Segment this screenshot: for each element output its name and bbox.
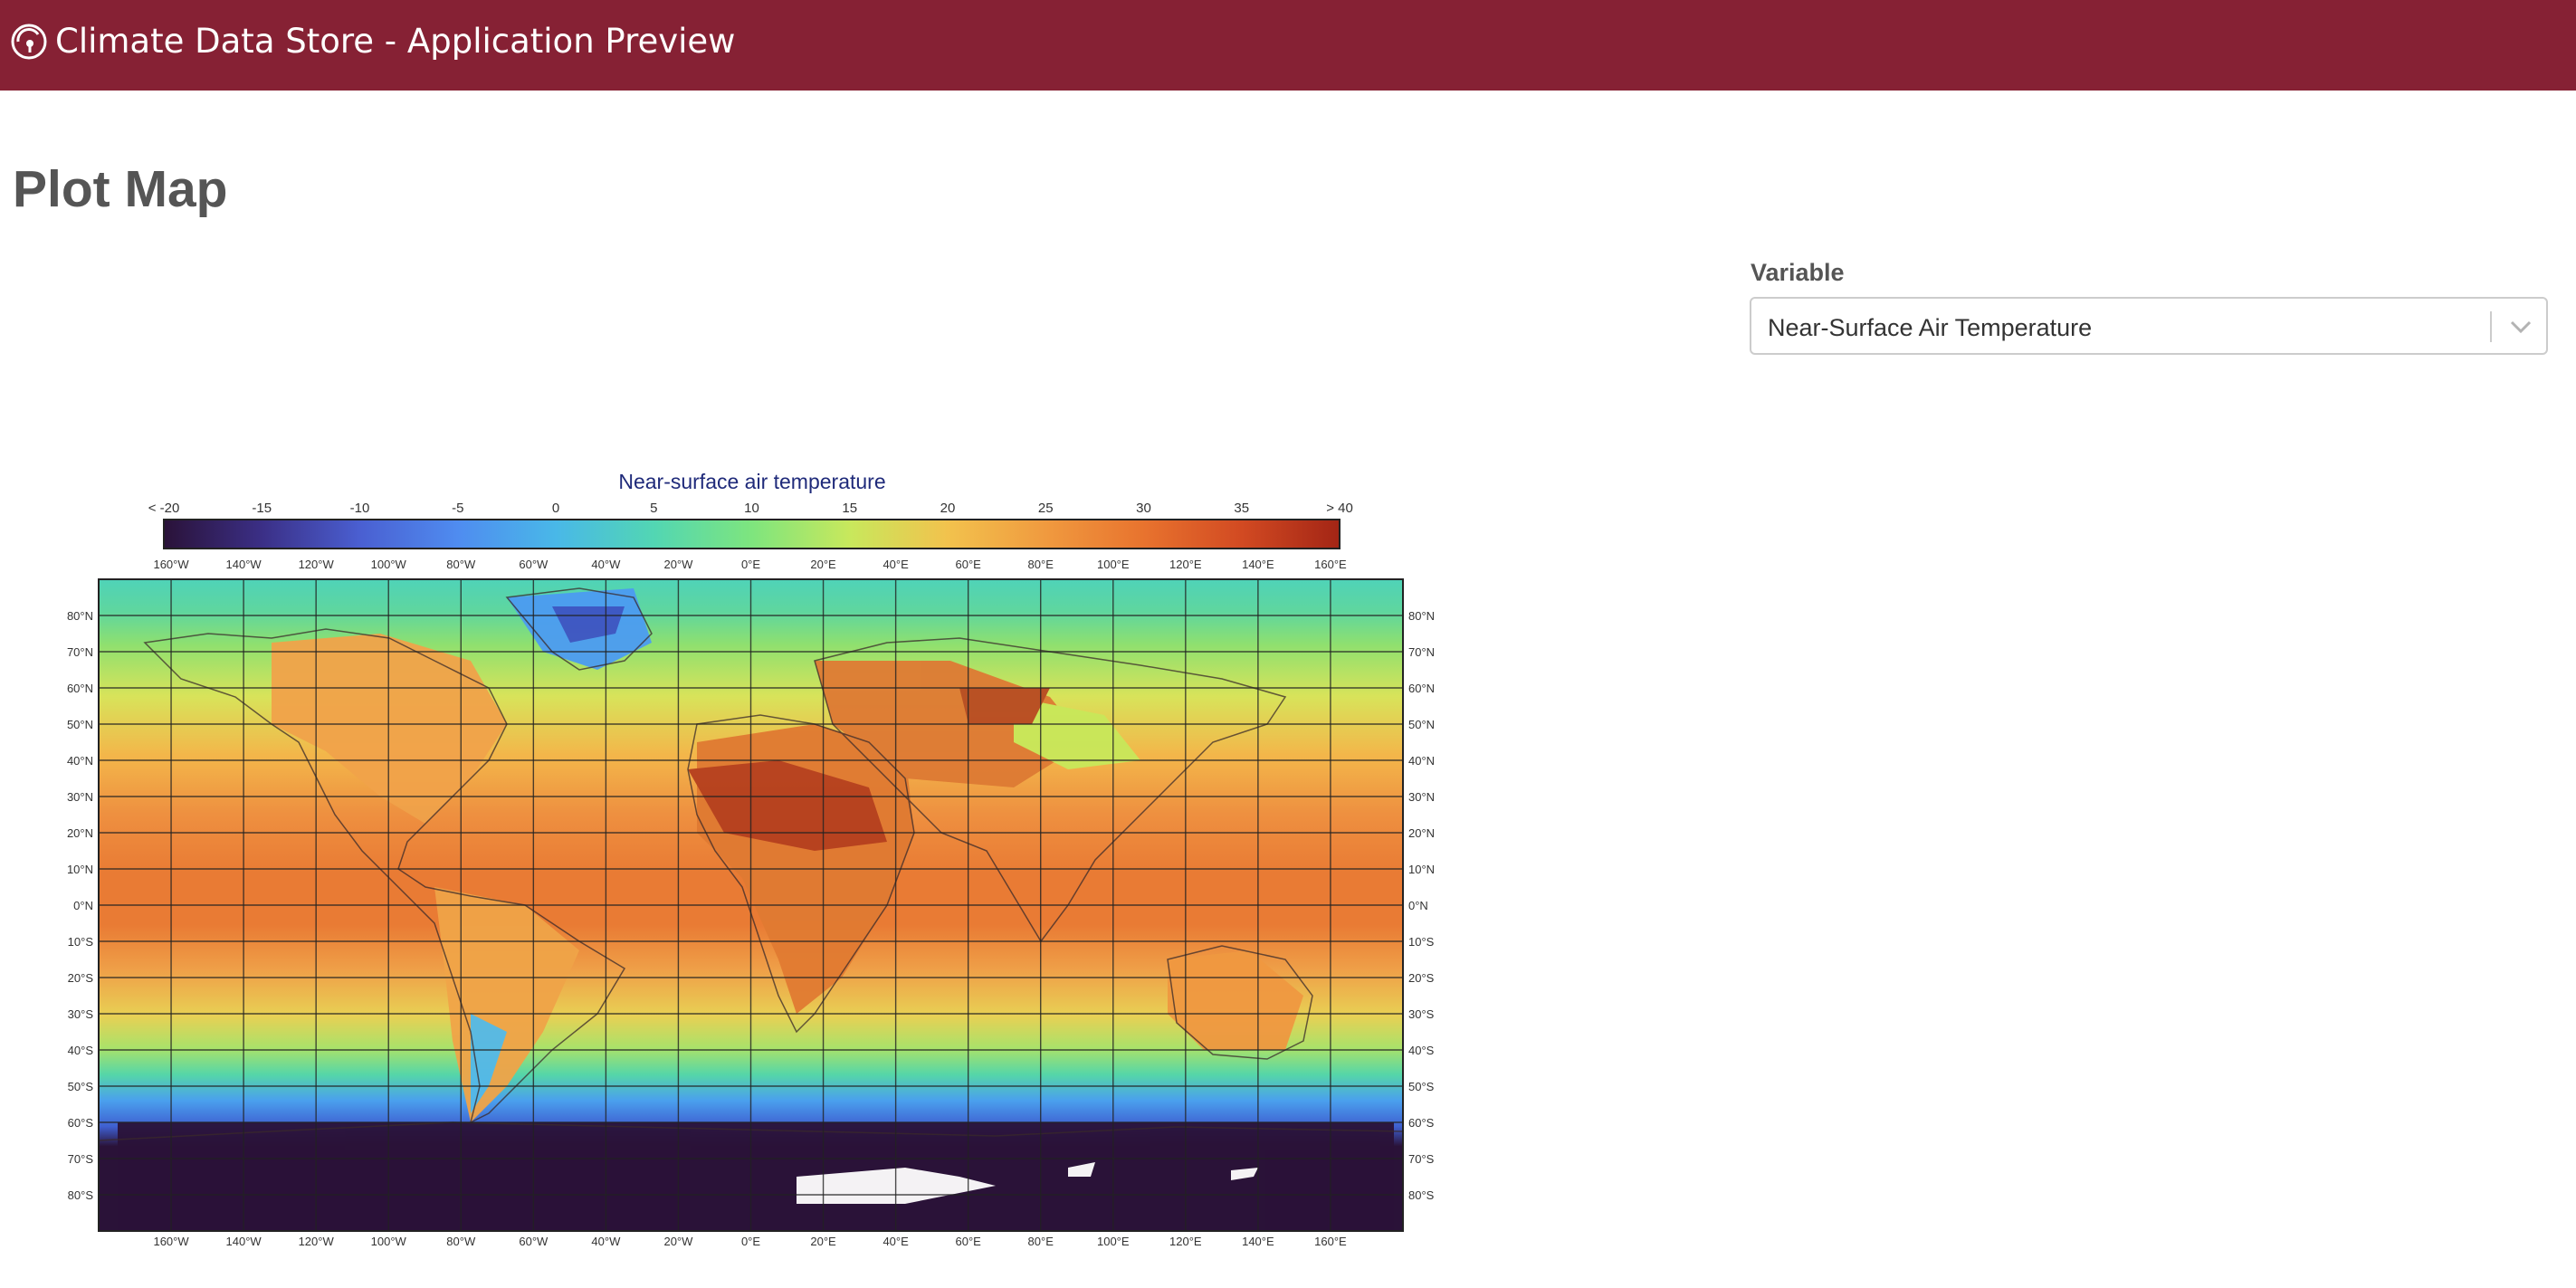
- right-latitude-label: 10°N: [1408, 863, 1435, 876]
- top-longitude-label: 100°W: [371, 558, 407, 571]
- left-latitude-label: 40°N: [67, 754, 93, 768]
- colorbar-tick-label: 10: [744, 501, 759, 516]
- colorbar: [163, 519, 1340, 549]
- top-longitude-label: 80°W: [446, 558, 476, 571]
- colorbar-tick-label: -10: [350, 501, 370, 516]
- right-latitude-label: 50°N: [1408, 718, 1435, 731]
- top-longitude-label: 140°W: [226, 558, 262, 571]
- colorbar-tick-label: 0: [552, 501, 559, 516]
- left-latitude-label: 40°S: [68, 1044, 94, 1057]
- top-longitude-label: 120°W: [299, 558, 335, 571]
- right-latitude-label: 0°N: [1408, 899, 1428, 912]
- bottom-longitude-label: 160°E: [1314, 1235, 1347, 1248]
- top-longitude-label: 160°W: [153, 558, 189, 571]
- cds-globe-logo-icon[interactable]: [9, 22, 49, 62]
- bottom-longitude-label: 0°E: [741, 1235, 760, 1248]
- page-title: Plot Map: [13, 160, 228, 218]
- colorbar-tick-label: < -20: [148, 501, 180, 516]
- left-latitude-label: 80°N: [67, 609, 93, 623]
- bottom-longitude-label: 160°W: [153, 1235, 189, 1248]
- left-latitude-label: 60°N: [67, 682, 93, 695]
- app-title: Climate Data Store - Application Preview: [55, 22, 736, 61]
- bottom-longitude-label: 120°E: [1169, 1235, 1202, 1248]
- top-longitude-label: 40°W: [591, 558, 621, 571]
- variable-select-value: Near-Surface Air Temperature: [1768, 314, 2093, 341]
- colorbar-tick-label: 5: [650, 501, 657, 516]
- left-latitude-label: 60°S: [68, 1116, 94, 1130]
- top-longitude-label: 60°E: [955, 558, 981, 571]
- right-latitude-label: 70°N: [1408, 645, 1435, 659]
- colorbar-tick-label: -15: [252, 501, 272, 516]
- bottom-longitude-label: 140°E: [1242, 1235, 1274, 1248]
- top-longitude-label: 100°E: [1097, 558, 1130, 571]
- left-latitude-label: 50°N: [67, 718, 93, 731]
- top-longitude-label: 40°E: [883, 558, 909, 571]
- map-title: Near-surface air temperature: [618, 470, 885, 493]
- left-latitude-label: 80°S: [68, 1188, 94, 1202]
- chevron-down-icon[interactable]: [2508, 317, 2533, 337]
- right-latitude-label: 50°S: [1408, 1080, 1435, 1093]
- right-latitude-label: 70°S: [1408, 1152, 1435, 1166]
- top-longitude-label: 0°E: [741, 558, 760, 571]
- right-latitude-label: 80°N: [1408, 609, 1435, 623]
- top-longitude-label: 120°E: [1169, 558, 1202, 571]
- bottom-longitude-label: 60°W: [519, 1235, 549, 1248]
- right-latitude-label: 60°S: [1408, 1116, 1435, 1130]
- variable-select[interactable]: Near-Surface Air Temperature: [1750, 297, 2548, 355]
- bottom-longitude-label: 100°W: [371, 1235, 407, 1248]
- right-latitude-label: 20°S: [1408, 971, 1435, 985]
- left-latitude-label: 30°N: [67, 790, 93, 804]
- colorbar-tick-label: 30: [1136, 501, 1151, 516]
- left-latitude-label: 50°S: [68, 1080, 94, 1093]
- right-latitude-label: 30°S: [1408, 1007, 1435, 1021]
- top-longitude-label: 80°E: [1028, 558, 1054, 571]
- right-latitude-label: 60°N: [1408, 682, 1435, 695]
- left-latitude-label: 70°N: [67, 645, 93, 659]
- bottom-longitude-label: 80°E: [1028, 1235, 1054, 1248]
- left-latitude-label: 20°S: [68, 971, 94, 985]
- left-latitude-label: 70°S: [68, 1152, 94, 1166]
- top-longitude-label: 60°W: [519, 558, 549, 571]
- map-plot: Near-surface air temperature < -20 -15 -10…: [67, 470, 1435, 1248]
- variable-label: Variable: [1751, 259, 1845, 286]
- bottom-longitude-label: 100°E: [1097, 1235, 1130, 1248]
- right-latitude-label: 40°N: [1408, 754, 1435, 768]
- left-latitude-label: 30°S: [68, 1007, 94, 1021]
- right-latitude-label: 10°S: [1408, 935, 1435, 949]
- left-latitude-label: 10°N: [67, 863, 93, 876]
- colorbar-tick-label: -5: [452, 501, 463, 516]
- colorbar-tick-label: 35: [1234, 501, 1249, 516]
- bottom-longitude-label: 140°W: [226, 1235, 262, 1248]
- colorbar-tick-label: 20: [940, 501, 956, 516]
- right-latitude-label: 80°S: [1408, 1188, 1435, 1202]
- temperature-map-figure: Near-surface air temperature < -20 -15 -10…: [0, 453, 1466, 1283]
- bottom-longitude-label: 20°E: [810, 1235, 836, 1248]
- colorbar-tick-label: 25: [1038, 501, 1054, 516]
- top-longitude-label: 140°E: [1242, 558, 1274, 571]
- colorbar-tick-label: 15: [842, 501, 857, 516]
- left-latitude-label: 10°S: [68, 935, 94, 949]
- colorbar-tick-label: > 40: [1326, 501, 1353, 516]
- right-latitude-label: 20°N: [1408, 826, 1435, 840]
- select-separator: [2490, 311, 2492, 342]
- right-latitude-label: 40°S: [1408, 1044, 1435, 1057]
- top-longitude-label: 20°E: [810, 558, 836, 571]
- top-longitude-label: 20°W: [663, 558, 693, 571]
- top-longitude-label: 160°E: [1314, 558, 1347, 571]
- bottom-longitude-label: 40°E: [883, 1235, 909, 1248]
- bottom-longitude-label: 80°W: [446, 1235, 476, 1248]
- app-header: Climate Data Store - Application Preview: [0, 0, 2576, 91]
- right-latitude-label: 30°N: [1408, 790, 1435, 804]
- bottom-longitude-label: 120°W: [299, 1235, 335, 1248]
- bottom-longitude-label: 40°W: [591, 1235, 621, 1248]
- left-latitude-label: 20°N: [67, 826, 93, 840]
- bottom-longitude-label: 60°E: [955, 1235, 981, 1248]
- bottom-longitude-label: 20°W: [663, 1235, 693, 1248]
- left-latitude-label: 0°N: [73, 899, 93, 912]
